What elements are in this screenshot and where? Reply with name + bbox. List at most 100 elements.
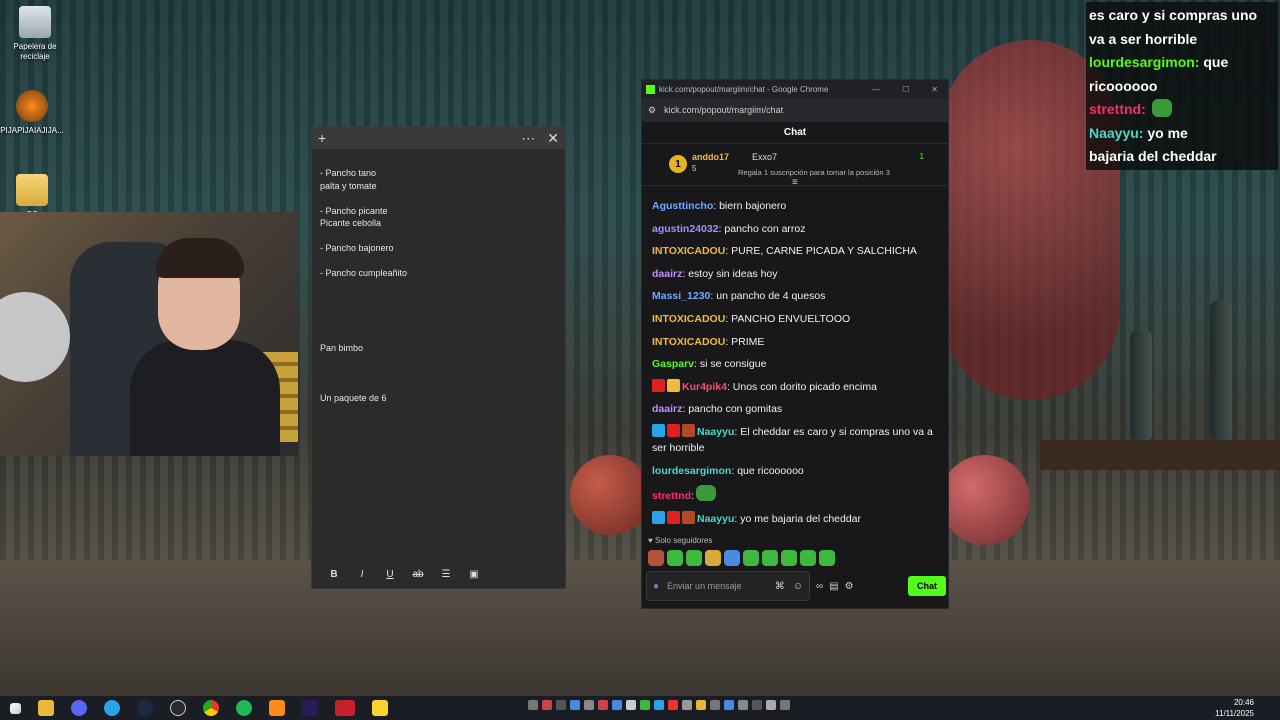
chat-username[interactable]: agustin24032	[652, 223, 719, 235]
italic-icon[interactable]: I	[348, 569, 376, 580]
chat-message: daairz: estoy sin ideas hoy	[652, 266, 940, 282]
desktop-icon-fl-studio[interactable]: PIJAPIJAIAJIJA...	[0, 90, 67, 136]
tray-icon[interactable]	[724, 700, 734, 710]
chat-username[interactable]: INTOXICADOU	[652, 336, 725, 348]
chat-username[interactable]: Massi_1230	[652, 290, 710, 302]
telegram-icon[interactable]	[104, 700, 120, 716]
chat-username[interactable]: Naayyu	[697, 426, 734, 438]
tray-icon[interactable]	[710, 700, 720, 710]
tray-icon[interactable]	[570, 700, 580, 710]
note-line	[320, 330, 557, 343]
wallpaper-shelf	[1040, 440, 1280, 470]
emote[interactable]	[819, 550, 835, 566]
chat-username[interactable]: daairz	[652, 403, 682, 415]
chat-username[interactable]: Kur4pik4	[682, 381, 727, 393]
steam-icon[interactable]	[137, 700, 153, 716]
chat-username[interactable]: strettnd	[652, 490, 691, 502]
webcam-feed	[0, 212, 298, 456]
send-chat-button[interactable]: Chat	[908, 576, 946, 596]
tray-icon[interactable]	[584, 700, 594, 710]
points-icon[interactable]: ∞	[816, 581, 823, 592]
tray-icon[interactable]	[780, 700, 790, 710]
store-icon[interactable]: ▤	[829, 581, 838, 592]
add-note-icon[interactable]: +	[318, 130, 326, 146]
chat-username[interactable]: INTOXICADOU	[652, 245, 725, 257]
chat-username[interactable]: Agusttincho	[652, 200, 713, 212]
sticky-notes-window[interactable]: + ⋯ ✕ - Pancho tano palta y tomate - Panch…	[311, 126, 566, 589]
wallpaper-floor	[0, 560, 1280, 696]
emote[interactable]	[743, 550, 759, 566]
emote[interactable]	[667, 550, 683, 566]
site-info-icon[interactable]: ⚙	[648, 105, 656, 116]
notes-body[interactable]: - Pancho tano palta y tomate - Pancho pica…	[312, 149, 565, 405]
chat-username[interactable]: Gasparv	[652, 358, 694, 370]
more-options-icon[interactable]: ⋯	[521, 130, 535, 147]
emote[interactable]	[686, 550, 702, 566]
close-icon[interactable]: ✕	[547, 130, 559, 147]
minimize-icon[interactable]: —	[872, 85, 880, 94]
tray-icon[interactable]	[556, 700, 566, 710]
bullet-list-icon[interactable]: ☰	[432, 569, 460, 580]
user-badge-icon	[682, 423, 695, 437]
premiere-icon[interactable]	[302, 700, 318, 716]
window-close-icon[interactable]: ✕	[931, 85, 938, 94]
tray-icon[interactable]	[696, 700, 706, 710]
sticky-notes-taskbar-icon[interactable]	[372, 700, 388, 716]
tray-icon[interactable]	[612, 700, 622, 710]
command-icon[interactable]: ⌘	[775, 581, 785, 592]
emote[interactable]	[781, 550, 797, 566]
chat-username[interactable]: INTOXICADOU	[652, 313, 725, 325]
obs-icon[interactable]	[170, 700, 186, 716]
collapse-handle-icon[interactable]: ≡	[792, 177, 798, 188]
tray-icon[interactable]	[682, 700, 692, 710]
discord-icon[interactable]	[71, 700, 87, 716]
underline-icon[interactable]: U	[376, 569, 404, 580]
chat-username[interactable]: lourdesargimon	[652, 465, 731, 477]
emote[interactable]	[762, 550, 778, 566]
tray-icon[interactable]	[654, 700, 664, 710]
strikethrough-icon[interactable]: ab	[404, 569, 432, 580]
tray-icon[interactable]	[752, 700, 762, 710]
chat-input[interactable]: ● Enviar un mensaje ⌘ ☺	[646, 571, 810, 601]
emote[interactable]	[724, 550, 740, 566]
maximize-icon[interactable]: ☐	[902, 85, 909, 94]
taskbar-clock[interactable]: 20:46 11/11/2025	[1215, 697, 1254, 719]
tray-icon[interactable]	[668, 700, 678, 710]
tray-icon[interactable]	[738, 700, 748, 710]
desktop-icon-recycle-bin[interactable]: Papelera de reciclaje	[0, 6, 70, 62]
tray-icon[interactable]	[640, 700, 650, 710]
chat-username[interactable]: daairz	[652, 268, 682, 280]
emote[interactable]	[705, 550, 721, 566]
image-icon[interactable]: ▣	[460, 569, 488, 580]
spotify-icon[interactable]	[236, 700, 252, 716]
tray-icon[interactable]	[528, 700, 538, 710]
settings-icon[interactable]: ⚙	[845, 581, 854, 592]
chat-text: PURE, CARNE PICADA Y SALCHICHA	[728, 245, 917, 258]
chat-message: daairz: pancho con gomitas	[652, 401, 940, 417]
tray-icon[interactable]	[766, 700, 776, 710]
chat-emote[interactable]	[696, 485, 717, 502]
tray-icon[interactable]	[598, 700, 608, 710]
emoji-icon[interactable]: ☺	[793, 581, 803, 592]
bold-icon[interactable]: B	[320, 569, 348, 580]
tray-icon[interactable]	[626, 700, 636, 710]
voicemod-icon[interactable]	[335, 700, 355, 716]
start-icon[interactable]	[10, 702, 21, 714]
overlay-emote	[1151, 99, 1172, 117]
note-line: Un paquete de 6	[320, 393, 387, 403]
tray-icon[interactable]	[542, 700, 552, 710]
wallpaper-ball	[940, 455, 1030, 545]
chat-window[interactable]: kick.com/popout/margiim/chat - Google Ch…	[641, 79, 949, 609]
leaderboard-user[interactable]: anddo17	[692, 152, 729, 162]
chrome-icon[interactable]	[203, 700, 219, 716]
emote[interactable]	[800, 550, 816, 566]
top-gifter[interactable]: Exxo7	[752, 152, 777, 162]
fl-studio-taskbar-icon[interactable]	[269, 700, 285, 716]
emote[interactable]	[648, 550, 664, 566]
microphone-icon[interactable]: ●	[653, 581, 659, 592]
chat-username[interactable]: Naayyu	[697, 513, 734, 525]
leaderboard-count: 5	[692, 164, 697, 173]
file-explorer-icon[interactable]	[38, 700, 54, 716]
url-bar[interactable]: ⚙ kick.com/popout/margiim/chat	[642, 98, 948, 122]
overlay-line: lourdesargimon: que	[1089, 51, 1275, 75]
